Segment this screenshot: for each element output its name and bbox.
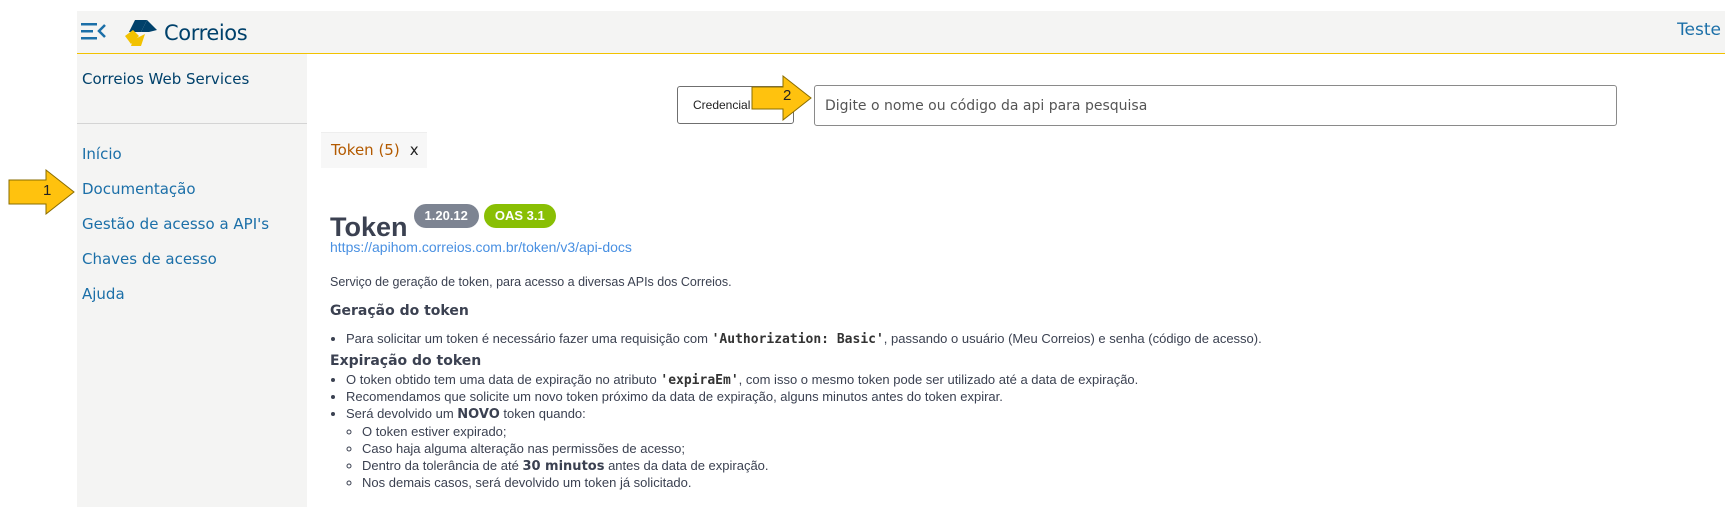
sidebar-item-chaves-acesso[interactable]: Chaves de acesso — [82, 250, 269, 285]
annotation-arrow-1 — [8, 169, 75, 215]
sidebar-nav: Início Documentação Gestão de acesso a A… — [82, 145, 269, 320]
list-item-text: , com isso o mesmo token pode ser utiliz… — [738, 372, 1139, 387]
list-item-text: O token obtido tem uma data de expiração… — [346, 372, 661, 387]
list-item-text: , passando o usuário (Meu Correios) e se… — [883, 331, 1262, 346]
generation-list: Para solicitar um token é necessário faz… — [330, 330, 1262, 347]
correios-logo[interactable]: Correios — [123, 16, 248, 50]
tab-token-label: Token (5) — [331, 141, 400, 159]
sidebar-divider — [77, 123, 307, 124]
user-menu-link[interactable]: Teste — [1677, 20, 1721, 40]
annotation-arrow-2-label: 2 — [783, 87, 792, 104]
new-token-conditions-list: O token estiver expirado; Caso haja algu… — [346, 423, 1138, 491]
top-header: Correios Teste — [77, 11, 1725, 54]
list-item-text: Dentro da tolerância de até — [362, 458, 523, 473]
sidebar-item-inicio[interactable]: Início — [82, 145, 269, 180]
sidebar-item-ajuda[interactable]: Ajuda — [82, 285, 269, 320]
list-item: Dentro da tolerância de até 30 minutos a… — [362, 457, 1138, 474]
menu-collapse-icon[interactable] — [81, 20, 107, 42]
list-item: Para solicitar um token é necessário faz… — [346, 330, 1262, 347]
correios-logo-icon — [125, 20, 157, 46]
tab-token[interactable]: Token (5) x — [321, 132, 427, 168]
expiration-list: O token obtido tem uma data de expiração… — [330, 371, 1138, 490]
list-item: Será devolvido um NOVO token quando: O t… — [346, 405, 1138, 490]
sidebar-title[interactable]: Correios Web Services — [82, 70, 249, 88]
section-heading-generation: Geração do token — [330, 303, 469, 319]
app-window: Correios Teste Correios Web Services Iní… — [77, 11, 1725, 507]
oas-badge: OAS 3.1 — [483, 204, 556, 228]
api-search-input[interactable] — [814, 85, 1617, 126]
version-badge: 1.20.12 — [413, 204, 479, 228]
sidebar-item-documentacao[interactable]: Documentação — [82, 180, 269, 215]
list-item-text: token quando: — [499, 406, 586, 421]
novo-strong: NOVO — [457, 407, 500, 422]
api-docs-link[interactable]: https://apihom.correios.com.br/token/v3/… — [330, 239, 632, 255]
list-item-text: Será devolvido um — [346, 406, 458, 421]
annotation-arrow-1-label: 1 — [43, 182, 52, 199]
sidebar-item-gestao-acesso[interactable]: Gestão de acesso a API's — [82, 215, 269, 250]
api-title-row: Token 1.20.12 OAS 3.1 — [330, 204, 556, 242]
section-heading-expiration: Expiração do token — [330, 353, 482, 369]
list-item: O token obtido tem uma data de expiração… — [346, 371, 1138, 388]
list-item: Caso haja alguma alteração nas permissõe… — [362, 440, 1138, 457]
list-item: O token estiver expirado; — [362, 423, 1138, 440]
expira-em-code: 'expiraEm' — [660, 373, 739, 388]
list-item-text: antes da data de expiração. — [604, 458, 769, 473]
thirty-minutes-strong: 30 minutos — [522, 459, 605, 474]
tab-close-button[interactable]: x — [410, 141, 419, 159]
logo-text: Correios — [164, 21, 248, 45]
annotation-arrow-2 — [751, 75, 812, 121]
sidebar: Correios Web Services Início Documentaçã… — [77, 54, 307, 507]
auth-basic-code: 'Authorization: Basic' — [711, 332, 884, 347]
list-item: Recomendamos que solicite um novo token … — [346, 388, 1138, 405]
main-content: Credencial Token (5)x Token 1.20.12 OAS … — [307, 54, 1725, 507]
api-description: Serviço de geração de token, para acesso… — [330, 275, 732, 289]
list-item: Nos demais casos, será devolvido um toke… — [362, 474, 1138, 491]
list-item-text: Para solicitar um token é necessário faz… — [346, 331, 712, 346]
